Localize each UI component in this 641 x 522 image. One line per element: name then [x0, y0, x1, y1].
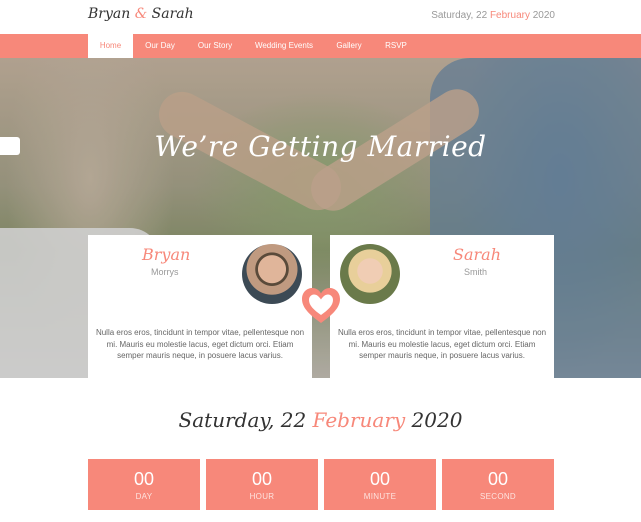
logo-groom-name: Bryan: [88, 6, 131, 22]
heart-icon: [302, 288, 340, 323]
countdown-value: 00: [487, 469, 509, 489]
logo-bride-name: Sarah: [151, 6, 194, 22]
countdown-second: 00 SECOND: [442, 459, 554, 510]
bride-bio: Nulla eros eros, tincidunt in tempor vit…: [337, 328, 547, 360]
nav-item-gallery[interactable]: Gallery: [328, 34, 370, 58]
countdown-value: 00: [133, 469, 155, 489]
header-date-month: February: [489, 10, 530, 21]
countdown-value: 00: [369, 469, 391, 489]
logo-ampersand: &: [134, 6, 148, 22]
hero-title: We’re Getting Married: [154, 130, 487, 163]
nav-item-wedding-events[interactable]: Wedding Events: [248, 34, 320, 58]
countdown-minute: 00 MINUTE: [324, 459, 436, 510]
nav-item-our-story[interactable]: Our Story: [190, 34, 240, 58]
groom-avatar: [242, 244, 302, 304]
countdown-date-prefix: Saturday, 22: [178, 408, 307, 432]
nav-item-our-day[interactable]: Our Day: [136, 34, 184, 58]
main-navigation: Home Our Day Our Story Wedding Events Ga…: [0, 34, 641, 58]
header-wedding-date: Saturday, 22 February 2020: [431, 10, 555, 21]
countdown-hour: 00 HOUR: [206, 459, 318, 510]
countdown-day: 00 DAY: [88, 459, 200, 510]
nav-item-home[interactable]: Home: [88, 34, 133, 58]
countdown-label: SECOND: [479, 492, 517, 501]
bride-surname: Smith: [464, 267, 488, 277]
countdown-date-heading: Saturday, 22 February 2020: [0, 408, 641, 432]
countdown-date-month: February: [312, 408, 406, 432]
countdown-label: DAY: [135, 492, 153, 501]
site-logo[interactable]: Bryan & Sarah: [88, 6, 194, 22]
groom-surname: Morrys: [151, 267, 179, 277]
countdown-label: HOUR: [249, 492, 275, 501]
site-header: Bryan & Sarah Saturday, 22 February 2020: [0, 0, 641, 34]
groom-name: Bryan: [142, 245, 191, 264]
countdown-date-year: 2020: [411, 408, 463, 432]
header-date-year: 2020: [532, 10, 555, 21]
nav-item-rsvp[interactable]: RSVP: [378, 34, 414, 58]
countdown-label: MINUTE: [363, 492, 397, 501]
bride-name: Sarah: [453, 245, 501, 264]
groom-bio: Nulla eros eros, tincidunt in tempor vit…: [95, 328, 305, 360]
bride-avatar: [340, 244, 400, 304]
header-date-prefix: Saturday, 22: [431, 10, 488, 21]
countdown-value: 00: [251, 469, 273, 489]
